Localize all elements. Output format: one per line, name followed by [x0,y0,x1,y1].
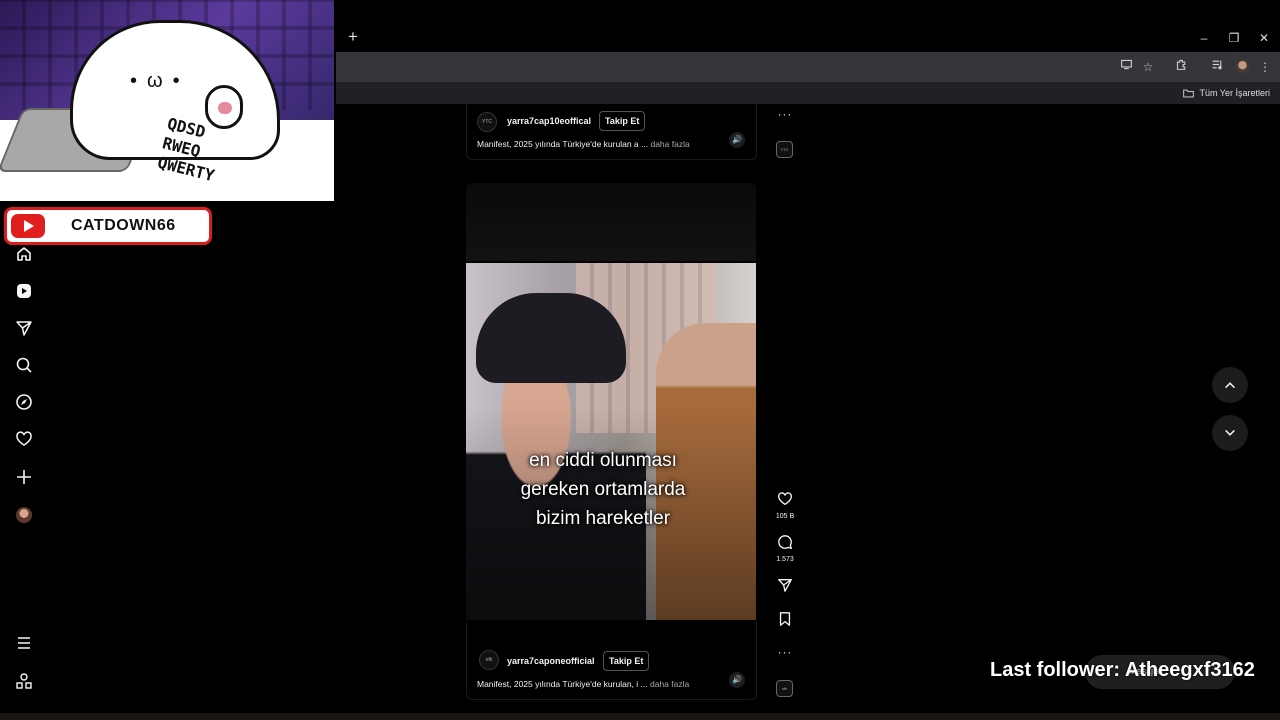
taskbar-strip [0,713,1280,720]
all-bookmarks-label: Tüm Yer İşaretleri [1199,88,1270,98]
subtitle-line: en ciddi olunması [529,450,677,471]
follow-button[interactable]: Takip Et [603,651,650,671]
close-window-button[interactable]: ✕ [1254,28,1274,48]
all-bookmarks-button[interactable]: Tüm Yer İşaretleri [1183,85,1270,101]
comment-icon [778,535,793,550]
chevron-down-icon [1225,429,1235,436]
post-footer-2: ofk yarra7caponeofficial Takip Et Manife… [466,622,757,700]
media-control-icon[interactable] [1208,58,1226,76]
home-icon[interactable] [12,242,36,266]
new-tab-button[interactable]: + [344,28,362,46]
youtube-icon [11,214,45,238]
comment-button[interactable]: 1.573 [774,534,796,563]
bookmark-icon [779,612,791,626]
more-apps-icon[interactable] [12,669,36,693]
explore-icon[interactable] [12,390,36,414]
audio-thumbnail[interactable]: ofk [776,680,793,697]
previous-reel-button[interactable] [1212,367,1248,403]
like-count: 105 B [775,513,795,520]
minimize-button[interactable]: – [1194,28,1214,48]
subtitle-line: bizim hareketler [535,508,671,529]
save-button[interactable] [774,611,796,632]
install-app-icon[interactable] [1117,58,1135,76]
like-button[interactable]: 105 B [774,491,796,520]
reel-video[interactable]: en ciddi olunması gereken ortamlarda biz… [466,263,756,620]
more-link[interactable]: daha fazla [650,679,689,689]
heart-icon[interactable] [12,427,36,451]
channel-name: CATDOWN66 [71,217,176,234]
reels-icon[interactable] [12,279,36,303]
bookmarks-bar [336,82,1280,104]
caption-text: Manifest, 2025 yılında Türkiye'de kurula… [477,139,649,149]
follow-button[interactable]: Takip Et [599,111,646,131]
heart-icon [778,492,792,506]
profile-avatar[interactable] [16,507,32,523]
share-icon [778,579,792,592]
volume-icon[interactable]: 🔊 [729,672,745,688]
user-avatar[interactable]: YTC [477,112,497,132]
channel-badge: CATDOWN66 [4,207,212,245]
audio-thumbnail[interactable]: YTC [776,141,793,158]
user-avatar[interactable]: ofk [479,650,499,670]
last-follower-overlay: Last follower: Atheegxf3162 [990,659,1255,681]
webcam-overlay: •ω• QDSD RWEQ QWERTY [0,0,334,201]
cat-paw [205,85,243,129]
more-icon[interactable]: ··· [776,645,794,659]
reel-header-area [466,183,756,261]
video-subtitle: en ciddi olunması gereken ortamlarda biz… [486,446,720,533]
bookmark-star-icon[interactable]: ☆ [1139,58,1157,76]
share-button[interactable] [774,577,796,598]
cat-face: •ω• [130,70,190,92]
search-icon[interactable] [12,353,36,377]
more-icon[interactable]: ··· [776,107,794,121]
profile-avatar-icon[interactable] [1233,58,1251,76]
more-link[interactable]: daha fazla [650,139,689,149]
post-username[interactable]: yarra7cap10eoffical [507,116,591,126]
chevron-up-icon [1225,382,1235,389]
caption-text: Manifest, 2025 yılında Türkiye'de kurula… [477,679,648,689]
post-footer-1: YTC yarra7cap10eoffical Takip Et Manifes… [466,104,757,160]
maximize-button[interactable]: ❐ [1224,28,1244,48]
menu-icon[interactable] [12,631,36,655]
send-icon[interactable] [12,316,36,340]
post-caption: Manifest, 2025 yılında Türkiye'de kurula… [477,139,690,149]
folder-icon [1183,89,1195,97]
next-reel-button[interactable] [1212,415,1248,451]
post-username[interactable]: yarra7caponeofficial [507,656,595,666]
extensions-icon[interactable] [1172,58,1190,76]
comment-count: 1.573 [776,556,794,563]
subtitle-line: gereken ortamlarda [520,479,686,500]
create-icon[interactable] [12,465,36,489]
post-caption: Manifest, 2025 yılında Türkiye'de kurula… [477,679,689,689]
browser-menu-icon[interactable]: ⋮ [1256,58,1274,76]
volume-icon[interactable]: 🔊 [729,132,745,148]
